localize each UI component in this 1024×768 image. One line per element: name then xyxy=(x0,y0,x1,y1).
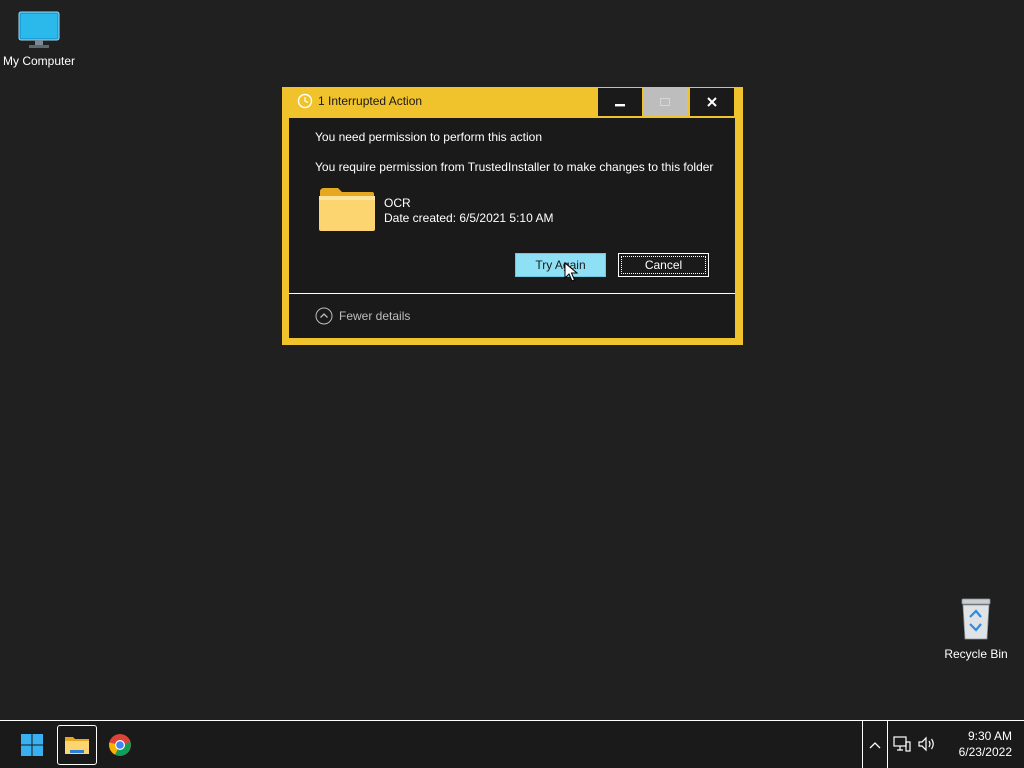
minimize-button[interactable] xyxy=(598,88,642,116)
chrome-taskbar-button[interactable] xyxy=(100,725,140,765)
start-button[interactable] xyxy=(12,725,52,765)
dialog-title: 1 Interrupted Action xyxy=(318,94,423,108)
desktop-icon-recycle-bin[interactable]: Recycle Bin xyxy=(936,597,1016,661)
start-icon xyxy=(21,734,43,756)
taskbar: 9:30 AM 6/23/2022 xyxy=(0,720,1024,768)
folder-name: OCR xyxy=(384,196,411,210)
chevron-up-icon xyxy=(869,741,881,748)
file-explorer-taskbar-button[interactable] xyxy=(57,725,97,765)
clock-time: 9:30 AM xyxy=(967,729,1012,743)
fewer-details-label: Fewer details xyxy=(339,309,411,323)
dialog-message: You need permission to perform this acti… xyxy=(315,130,543,144)
maximize-button[interactable] xyxy=(643,88,687,116)
folder-icon xyxy=(319,188,375,231)
dialog-divider xyxy=(289,293,735,294)
dialog-detail: You require permission from TrustedInsta… xyxy=(315,160,714,174)
dialog-titlebar[interactable]: 1 Interrupted Action xyxy=(282,87,743,117)
chrome-icon xyxy=(109,734,131,756)
file-explorer-icon xyxy=(65,737,89,754)
interrupted-action-dialog: 1 Interrupted Action You need permission… xyxy=(282,87,743,345)
clock-icon xyxy=(297,93,313,109)
maximize-icon xyxy=(660,98,670,106)
desktop-icon-my-computer[interactable]: My Computer xyxy=(0,10,79,68)
recycle-bin-icon xyxy=(961,598,991,640)
desktop-icon-label: Recycle Bin xyxy=(944,647,1008,661)
cancel-button[interactable]: Cancel xyxy=(618,253,709,277)
folder-date-created: Date created: 6/5/2021 5:10 AM xyxy=(384,211,554,225)
fewer-details-toggle[interactable]: Fewer details xyxy=(315,307,410,325)
monitor-icon xyxy=(18,11,60,48)
show-hidden-icons-button[interactable] xyxy=(862,721,888,768)
chevron-up-circle-icon xyxy=(315,307,333,325)
mouse-cursor-icon xyxy=(564,262,578,282)
volume-icon[interactable] xyxy=(917,734,937,754)
desktop-icon-label: My Computer xyxy=(2,54,76,68)
close-button[interactable] xyxy=(690,88,734,116)
try-again-button[interactable]: Try Again xyxy=(515,253,606,277)
network-icon[interactable] xyxy=(892,734,912,754)
dialog-body: You need permission to perform this acti… xyxy=(289,118,735,338)
close-icon xyxy=(707,97,717,107)
taskbar-clock[interactable]: 9:30 AM 6/23/2022 xyxy=(940,728,1012,760)
clock-date: 6/23/2022 xyxy=(958,745,1012,759)
minimize-icon xyxy=(615,104,625,107)
